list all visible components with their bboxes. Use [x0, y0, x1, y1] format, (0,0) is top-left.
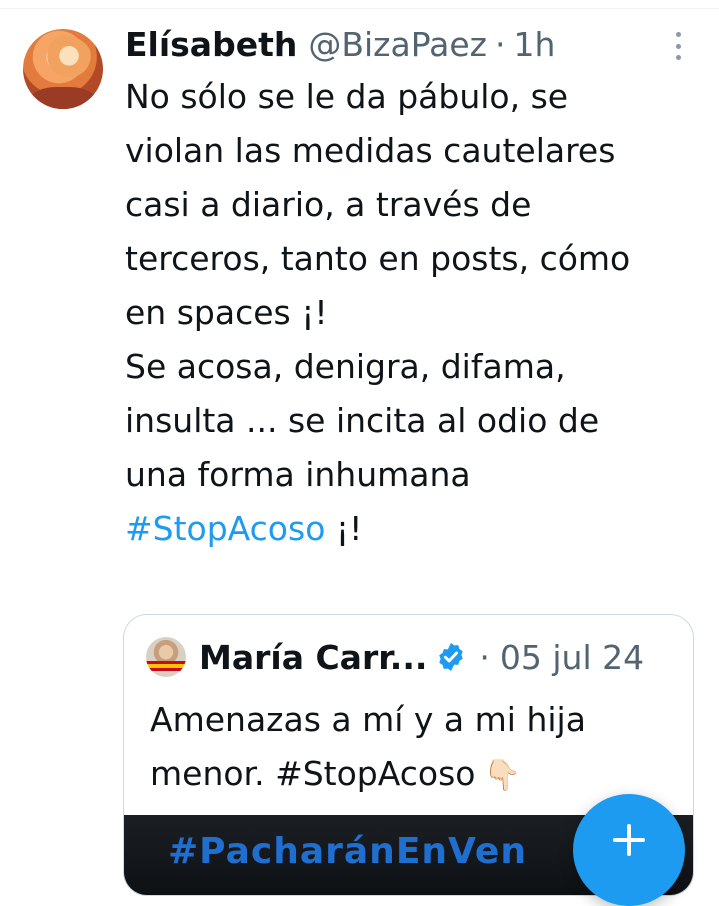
quoted-author-name[interactable]: María Carr...: [199, 638, 427, 677]
quoted-tweet-date[interactable]: 05 jul 24: [500, 638, 644, 677]
author-name[interactable]: Elísabeth: [125, 25, 297, 64]
hashtag-suffix: ¡!: [325, 509, 363, 548]
avatar-hair-shape: [33, 35, 93, 87]
avatar-shoulder-shape: [31, 87, 95, 109]
hashtag-link[interactable]: #StopAcoso: [125, 509, 325, 548]
tweet-text: No sólo se le da pábulo, se violan las m…: [125, 77, 631, 494]
flag-icon: [146, 661, 186, 671]
tweet-header: Elísabeth @BizaPaez · 1h: [125, 24, 555, 64]
plus-icon: [613, 824, 645, 856]
author-avatar[interactable]: [23, 29, 103, 109]
pointing-down-emoji-icon: 👇🏻: [483, 758, 521, 793]
more-dot: [675, 32, 681, 37]
header-separator: ·: [494, 24, 506, 64]
media-overlay-text: #PacharánEnVen: [168, 831, 527, 872]
tweet-hashtag-line: #StopAcoso ¡!: [125, 502, 705, 556]
quoted-tweet-header: María Carr... · 05 jul 24: [199, 635, 644, 679]
top-divider: [0, 8, 719, 9]
verified-badge-icon: [439, 643, 464, 671]
quoted-author-avatar[interactable]: [146, 637, 186, 677]
more-dot: [675, 43, 681, 49]
tweet-body: No sólo se le da pábulo, se violan las m…: [125, 70, 705, 556]
more-dot: [675, 55, 681, 60]
quoted-header-separator: ·: [479, 637, 490, 677]
tweet-time[interactable]: 1h: [513, 25, 555, 64]
author-handle[interactable]: @BizaPaez: [308, 25, 487, 64]
compose-tweet-button[interactable]: [573, 794, 685, 906]
quoted-tweet-body: Amenazas a mí y a mi hija menor. #StopAc…: [150, 693, 670, 803]
more-options-icon[interactable]: [668, 32, 688, 60]
